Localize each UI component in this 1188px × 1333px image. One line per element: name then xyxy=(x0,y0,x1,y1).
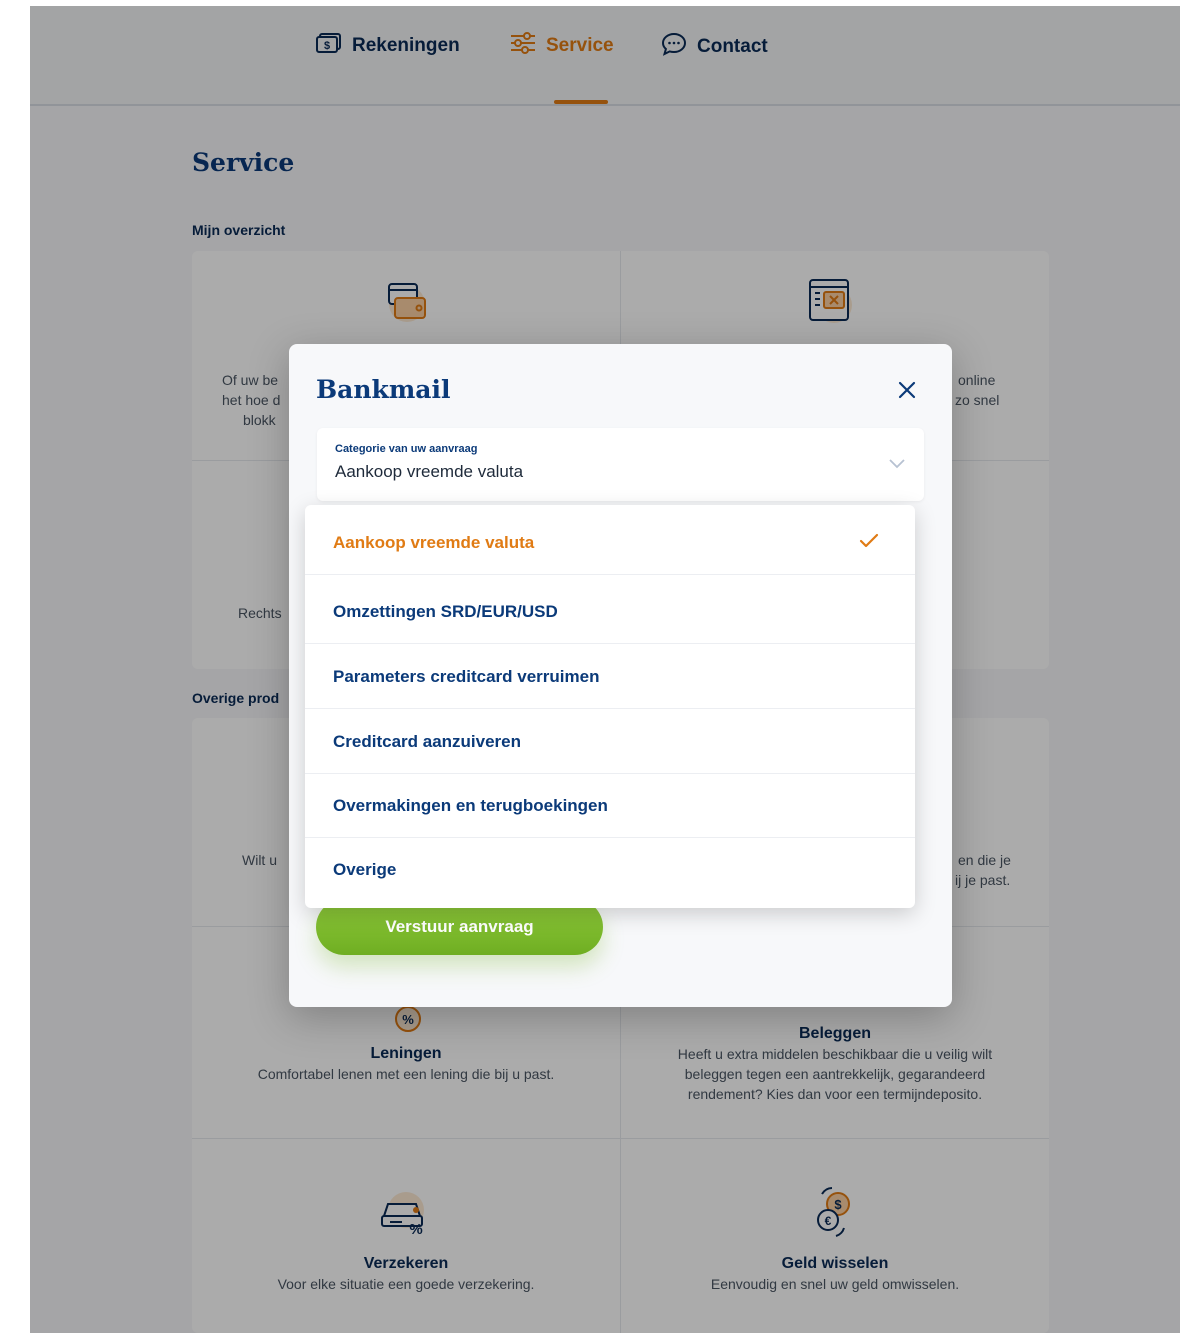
dropdown-option[interactable]: Creditcard aanzuiveren xyxy=(305,710,915,774)
option-label: Parameters creditcard verruimen xyxy=(333,666,600,686)
checkmark-icon xyxy=(859,533,879,554)
close-icon xyxy=(894,381,920,407)
close-button[interactable] xyxy=(894,377,920,403)
dropdown-option[interactable]: Aankoop vreemde valuta xyxy=(305,511,915,575)
select-value: Aankoop vreemde valuta xyxy=(335,462,524,481)
chevron-down-icon xyxy=(888,456,906,474)
category-select[interactable]: Categorie van uw aanvraag Aankoop vreemd… xyxy=(317,428,924,501)
select-label: Categorie van uw aanvraag xyxy=(335,443,478,455)
modal-title: Bankmail xyxy=(316,375,451,404)
dropdown-option[interactable]: Overmakingen en terugboekingen xyxy=(305,774,915,838)
dropdown-option[interactable]: Omzettingen SRD/EUR/USD xyxy=(305,580,915,644)
dropdown-option[interactable]: Parameters creditcard verruimen xyxy=(305,645,915,709)
option-label: Overmakingen en terugboekingen xyxy=(333,795,608,815)
option-label: Creditcard aanzuiveren xyxy=(333,731,522,751)
category-dropdown-list: Aankoop vreemde valuta Omzettingen SRD/E… xyxy=(305,505,915,908)
option-label: Omzettingen SRD/EUR/USD xyxy=(333,601,558,621)
dropdown-option[interactable]: Overige xyxy=(305,838,915,902)
option-label: Overige xyxy=(333,860,397,879)
option-label: Aankoop vreemde valuta xyxy=(333,532,535,552)
